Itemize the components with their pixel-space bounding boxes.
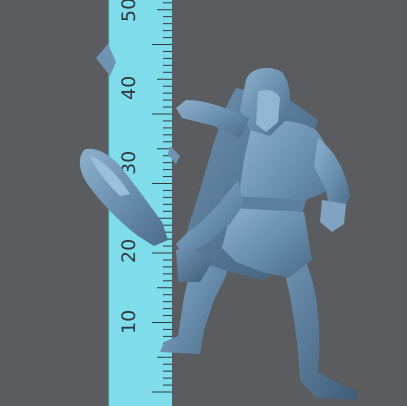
ruler-label-10: 10	[118, 310, 140, 334]
scene: 10 20 30 40 50	[0, 0, 407, 406]
ruler-label-40: 40	[118, 76, 140, 100]
ruler-label-50: 50	[118, 0, 140, 22]
ruler-label-20: 20	[118, 239, 140, 263]
